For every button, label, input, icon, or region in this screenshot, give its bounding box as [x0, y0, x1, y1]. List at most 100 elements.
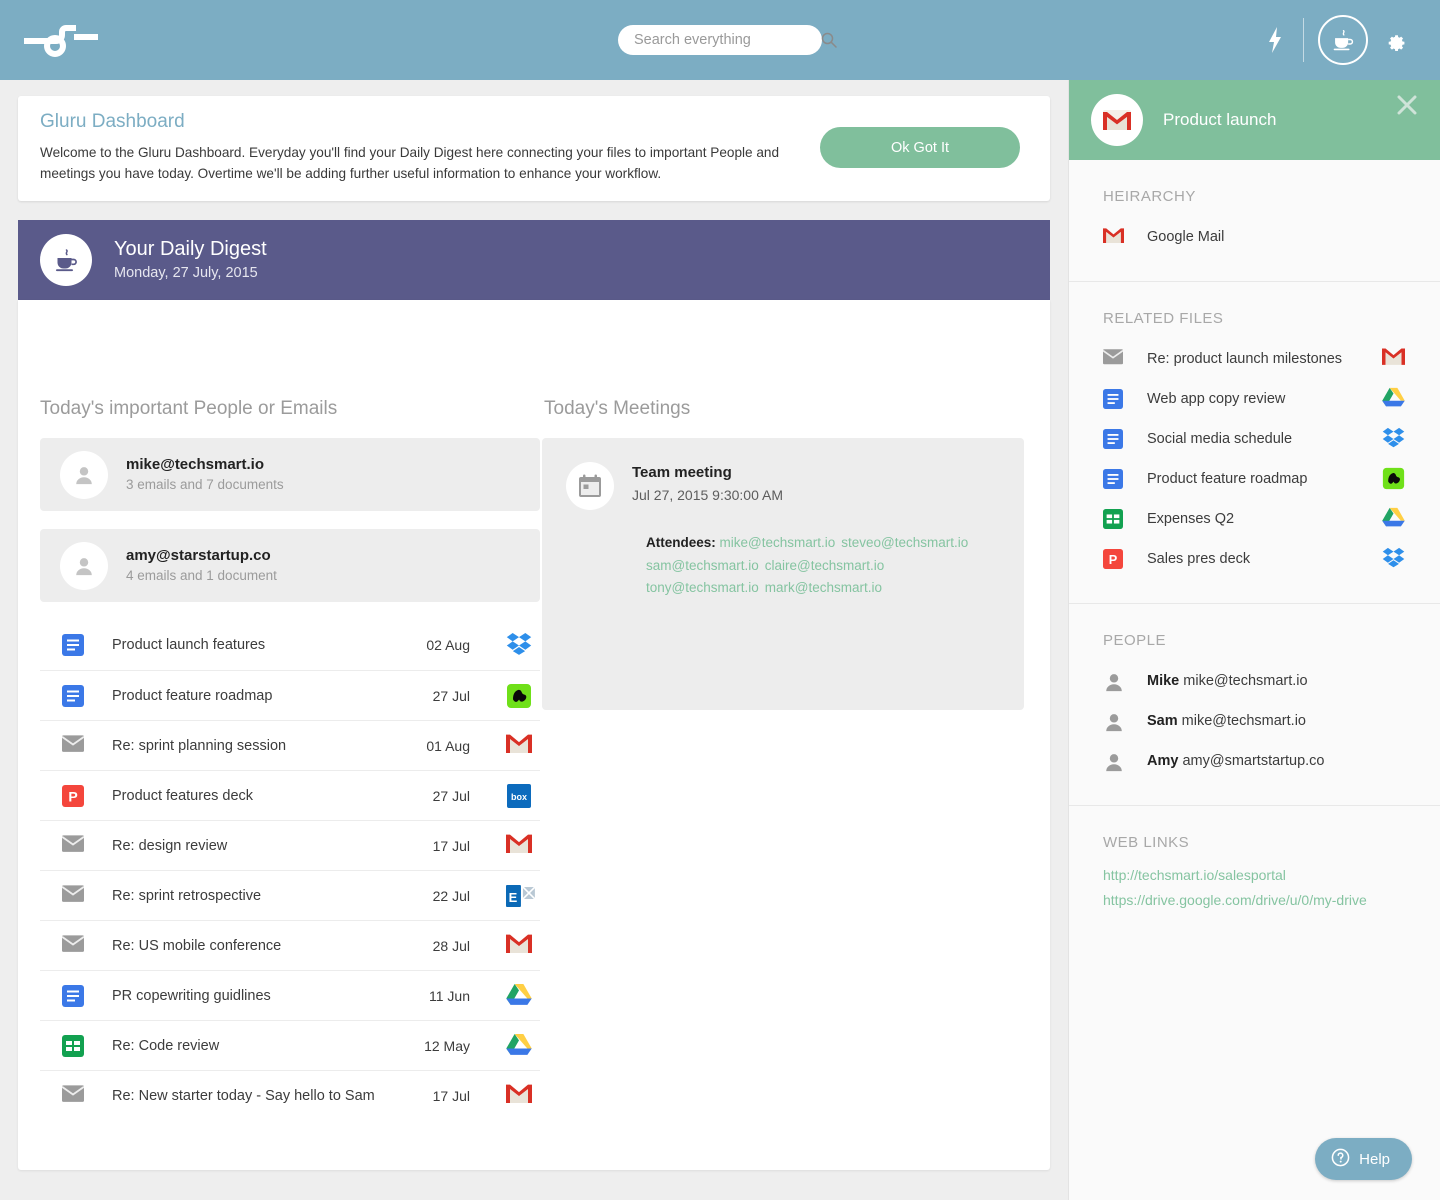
help-label: Help — [1359, 1150, 1390, 1168]
help-button[interactable]: Help — [1315, 1138, 1412, 1180]
doc-icon — [1103, 389, 1123, 409]
main-content: Gluru Dashboard Welcome to the Gluru Das… — [0, 80, 1068, 1200]
related-file-row[interactable]: Re: product launch milestones — [1102, 339, 1440, 379]
file-row[interactable]: P Product features deck 27 Jul box — [40, 770, 540, 820]
meeting-time: Jul 27, 2015 9:30:00 AM — [632, 487, 783, 503]
attendee-email[interactable]: mark@techsmart.io — [765, 580, 882, 595]
meetings-column: Today's Meetings Team meeting Jul 27, 20… — [542, 300, 1028, 710]
file-row[interactable]: Re: New starter today - Say hello to Sam… — [40, 1070, 540, 1120]
exchange-icon: E — [506, 883, 536, 909]
people-label: PEOPLE — [1103, 632, 1167, 649]
lightning-bolt-icon[interactable] — [1253, 20, 1297, 60]
doc-icon — [62, 634, 84, 656]
digest-date: Monday, 27 July, 2015 — [114, 265, 258, 281]
related-file-row[interactable]: Web app copy review — [1103, 379, 1440, 419]
person-card[interactable]: mike@techsmart.io 3 emails and 7 documen… — [40, 438, 540, 511]
file-name: Re: US mobile conference — [112, 937, 282, 954]
gmail-icon — [506, 933, 532, 959]
welcome-card: Gluru Dashboard Welcome to the Gluru Das… — [18, 96, 1050, 201]
web-link[interactable]: https://drive.google.com/drive/u/0/my-dr… — [1103, 888, 1440, 913]
related-files-label: RELATED FILES — [1103, 310, 1224, 327]
web-link[interactable]: http://techsmart.io/salesportal — [1103, 863, 1440, 888]
person-subtitle: 3 emails and 7 documents — [126, 477, 284, 492]
person-icon — [1103, 711, 1123, 732]
sidebar-person-row[interactable]: Mike mike@techsmart.io — [1103, 661, 1440, 701]
top-bar-actions — [1253, 0, 1422, 80]
daily-digest-banner: Your Daily Digest Monday, 27 July, 2015 — [18, 220, 1050, 300]
file-name: Re: sprint retrospective — [112, 887, 262, 904]
related-file-row[interactable]: Social media schedule — [1103, 419, 1440, 459]
file-name: Re: design review — [112, 837, 228, 854]
related-file-row[interactable]: Expenses Q2 — [1103, 499, 1440, 539]
file-name: Product launch features — [112, 637, 266, 653]
svg-text:box: box — [511, 792, 527, 802]
attendee-email[interactable]: claire@techsmart.io — [765, 558, 885, 573]
coffee-cup-button[interactable] — [1318, 15, 1368, 65]
people-section: PEOPLE Mike mike@techsmart.io Sam mike@t… — [1069, 604, 1440, 806]
box-icon: box — [506, 783, 532, 809]
mail-icon — [61, 1084, 85, 1107]
search-input[interactable] — [634, 32, 821, 48]
web-links-list: http://techsmart.io/salesportal https://d… — [1103, 863, 1440, 913]
file-row[interactable]: Product launch features 02 Aug — [40, 620, 540, 670]
file-name: Product features deck — [112, 787, 254, 804]
file-date: 02 Aug — [426, 637, 470, 653]
file-date: 28 Jul — [432, 937, 470, 954]
gdrive-icon — [1382, 387, 1406, 411]
file-row[interactable]: Re: sprint retrospective 22 Jul E — [40, 870, 540, 920]
file-date: 17 Jul — [432, 1087, 470, 1104]
file-date: 22 Jul — [432, 887, 470, 904]
file-row[interactable]: Re: sprint planning session 01 Aug — [40, 720, 540, 770]
gluru-logo[interactable] — [22, 24, 100, 58]
digest-title: Your Daily Digest — [114, 238, 267, 260]
people-section-heading: Today's important People or Emails — [40, 398, 338, 419]
gmail-icon — [506, 833, 532, 859]
file-date: 01 Aug — [426, 737, 470, 754]
search-box[interactable] — [618, 25, 837, 55]
svg-text:P: P — [1109, 552, 1118, 567]
gdrive-icon — [506, 1033, 532, 1059]
attendee-email[interactable]: sam@techsmart.io — [646, 558, 759, 573]
attendee-email[interactable]: steveo@techsmart.io — [841, 535, 968, 550]
hierarchy-item-label: Google Mail — [1147, 229, 1225, 245]
attendees-label: Attendees: — [646, 535, 716, 550]
sidebar-title: Product launch — [1163, 110, 1277, 129]
meeting-card[interactable]: Team meeting Jul 27, 2015 9:30:00 AM Att… — [542, 438, 1024, 710]
file-row[interactable]: Re: design review 17 Jul — [40, 820, 540, 870]
search-icon[interactable] — [821, 32, 837, 48]
close-icon[interactable] — [1396, 94, 1418, 116]
ok-got-it-button[interactable]: Ok Got It — [820, 127, 1020, 168]
attendee-email[interactable]: tony@techsmart.io — [646, 580, 759, 595]
hierarchy-list: Google Mail — [1103, 217, 1440, 257]
attendees-block: Attendees: mike@techsmart.io steveo@techs… — [646, 532, 1024, 600]
related-file-name: Re: product launch milestones — [1147, 351, 1343, 367]
sidebar-person-row[interactable]: Amy amy@smartstartup.co — [1103, 741, 1440, 781]
file-row[interactable]: Product feature roadmap 27 Jul — [40, 670, 540, 720]
question-mark-icon — [1331, 1148, 1350, 1171]
file-date: 17 Jul — [432, 837, 470, 854]
sidebar-person-text: Amy amy@smartstartup.co — [1147, 753, 1325, 769]
ppt-icon: P — [62, 784, 84, 807]
file-date: 27 Jul — [432, 687, 470, 704]
file-row[interactable]: Re: Code review 12 May — [40, 1020, 540, 1070]
people-card-list: mike@techsmart.io 3 emails and 7 documen… — [40, 438, 540, 602]
related-file-row[interactable]: P Sales pres deck — [1103, 539, 1440, 579]
avatar — [60, 541, 108, 590]
mail-icon — [61, 734, 85, 757]
person-card[interactable]: amy@starstartup.co 4 emails and 1 docume… — [40, 529, 540, 602]
gear-icon[interactable] — [1368, 20, 1422, 60]
dropbox-icon — [1382, 547, 1406, 571]
file-row[interactable]: PR copewriting guidlines 11 Jun — [40, 970, 540, 1020]
person-email: mike@techsmart.io — [126, 456, 265, 473]
welcome-body-text: Welcome to the Gluru Dashboard. Everyday… — [40, 145, 780, 181]
file-row[interactable]: Re: US mobile conference 28 Jul — [40, 920, 540, 970]
gdrive-icon — [1382, 507, 1406, 531]
hierarchy-item[interactable]: Google Mail — [1103, 217, 1440, 257]
file-name: Re: Code review — [112, 1037, 220, 1054]
sidebar-person-row[interactable]: Sam mike@techsmart.io — [1103, 701, 1440, 741]
attendee-email[interactable]: mike@techsmart.io — [720, 535, 836, 550]
related-file-row[interactable]: Product feature roadmap — [1103, 459, 1440, 499]
gmail-icon — [1382, 347, 1406, 371]
sheet-icon — [1103, 509, 1123, 529]
gmail-icon — [506, 1083, 532, 1109]
